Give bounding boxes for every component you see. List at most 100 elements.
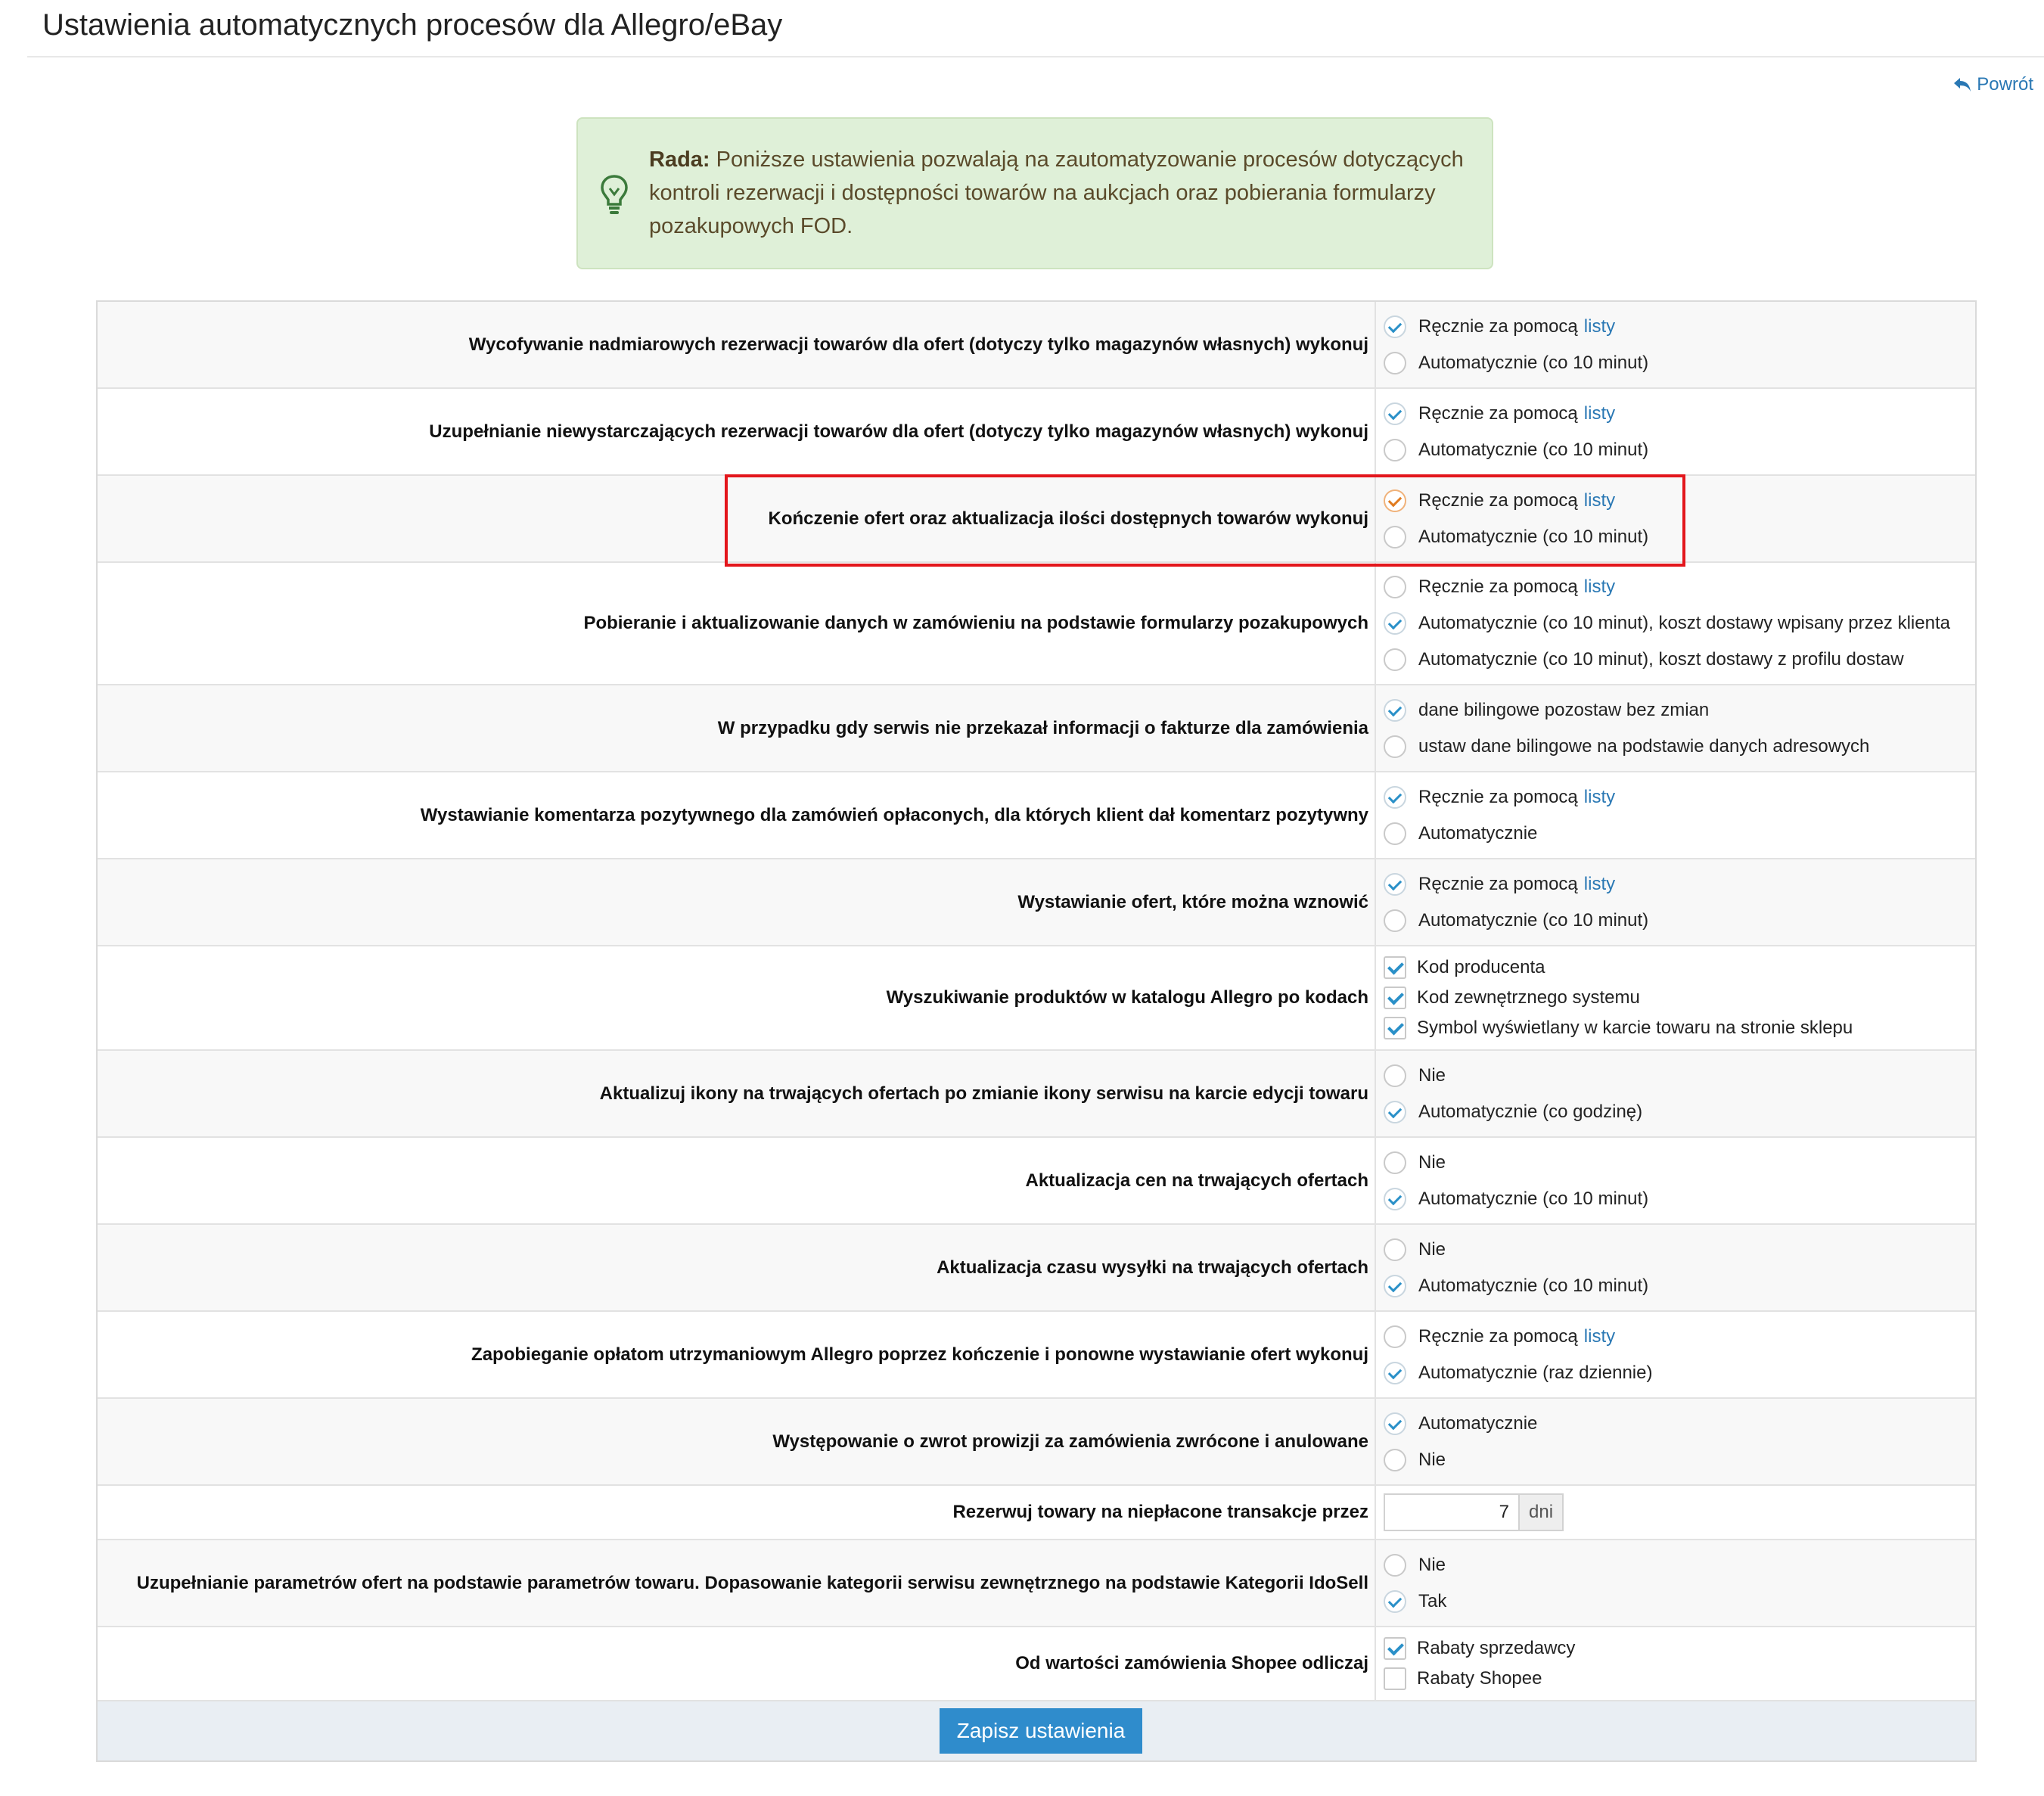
- radio-option[interactable]: Ręcznie za pomocą listy: [1384, 569, 1975, 605]
- checkbox[interactable]: [1384, 987, 1406, 1009]
- list-link[interactable]: listy: [1584, 576, 1615, 598]
- radio-button[interactable]: [1384, 1238, 1406, 1261]
- checkbox-label: Kod zewnętrznego systemu: [1417, 987, 1640, 1008]
- radio-option[interactable]: Automatycznie: [1384, 1406, 1975, 1442]
- radio-button[interactable]: [1384, 735, 1406, 758]
- checkbox-option[interactable]: Kod zewnętrznego systemu: [1384, 983, 1975, 1013]
- radio-option[interactable]: Ręcznie za pomocą listy: [1384, 779, 1975, 816]
- radio-button[interactable]: [1384, 822, 1406, 845]
- radio-button[interactable]: [1384, 1361, 1406, 1384]
- radio-button[interactable]: [1384, 1325, 1406, 1348]
- radio-button[interactable]: [1384, 785, 1406, 809]
- setting-row: Wystawianie ofert, które można wznowić Rę…: [98, 859, 1975, 946]
- checkbox-option[interactable]: Kod producenta: [1384, 952, 1975, 983]
- list-link[interactable]: listy: [1584, 787, 1615, 808]
- radio-label: Automatycznie (co 10 minut): [1418, 1275, 1649, 1296]
- setting-options: Ręcznie za pomocą listy Automatycznie (co …: [1376, 389, 1975, 474]
- list-link[interactable]: listy: [1584, 316, 1615, 337]
- setting-options: Nie Automatycznie (co 10 minut): [1376, 1138, 1975, 1223]
- setting-row: Wyszukiwanie produktów w katalogu Allegr…: [98, 946, 1975, 1051]
- days-input[interactable]: [1384, 1493, 1520, 1531]
- setting-row: Kończenie ofert oraz aktualizacja ilości…: [98, 476, 1975, 563]
- list-link[interactable]: listy: [1584, 403, 1615, 424]
- radio-option[interactable]: Nie: [1384, 1232, 1975, 1268]
- radio-option[interactable]: Automatycznie (co 10 minut), koszt dosta…: [1384, 605, 1975, 642]
- list-link[interactable]: listy: [1584, 874, 1615, 895]
- setting-label: Wystawianie komentarza pozytywnego dla z…: [98, 772, 1376, 858]
- radio-option[interactable]: Automatycznie (co godzinę): [1384, 1094, 1975, 1130]
- radio-button[interactable]: [1384, 648, 1406, 671]
- checkbox[interactable]: [1384, 1017, 1406, 1039]
- radio-button[interactable]: [1384, 1553, 1406, 1577]
- radio-option[interactable]: Ręcznie za pomocą listy: [1384, 396, 1975, 432]
- radio-option[interactable]: Nie: [1384, 1442, 1975, 1478]
- radio-button[interactable]: [1384, 1589, 1406, 1613]
- radio-option[interactable]: Ręcznie za pomocą listy: [1384, 483, 1975, 519]
- setting-label: Aktualizuj ikony na trwających ofertach …: [98, 1051, 1376, 1136]
- setting-options: Ręcznie za pomocą listy Automatycznie: [1376, 772, 1975, 858]
- days-input-group: dni: [1384, 1493, 1975, 1531]
- radio-button[interactable]: [1384, 315, 1406, 338]
- radio-button[interactable]: [1384, 489, 1406, 512]
- checkbox[interactable]: [1384, 956, 1406, 979]
- radio-option[interactable]: Ręcznie za pomocą listy: [1384, 1319, 1975, 1355]
- radio-button[interactable]: [1384, 1187, 1406, 1210]
- checkbox-option[interactable]: Rabaty sprzedawcy: [1384, 1633, 1975, 1664]
- radio-option[interactable]: Ręcznie za pomocą listy: [1384, 866, 1975, 903]
- back-link-label: Powrót: [1977, 74, 2033, 95]
- setting-label: Kończenie ofert oraz aktualizacja ilości…: [98, 476, 1376, 561]
- checkbox[interactable]: [1384, 1637, 1406, 1660]
- checkbox-label: Symbol wyświetlany w karcie towaru na st…: [1417, 1018, 1853, 1038]
- save-button[interactable]: Zapisz ustawienia: [940, 1708, 1142, 1754]
- setting-label: Uzupełnianie parametrów ofert na podstaw…: [98, 1540, 1376, 1626]
- radio-option[interactable]: dane bilingowe pozostaw bez zmian: [1384, 692, 1975, 729]
- radio-button[interactable]: [1384, 872, 1406, 896]
- radio-option[interactable]: Automatycznie (co 10 minut), koszt dosta…: [1384, 642, 1975, 678]
- radio-button[interactable]: [1384, 438, 1406, 461]
- radio-button[interactable]: [1384, 1412, 1406, 1435]
- list-link[interactable]: listy: [1584, 490, 1615, 511]
- radio-button[interactable]: [1384, 351, 1406, 374]
- radio-button[interactable]: [1384, 909, 1406, 932]
- setting-row: Od wartości zamówienia Shopee odliczaj Ra…: [98, 1627, 1975, 1701]
- setting-options: Ręcznie za pomocą listy Automatycznie (raz…: [1376, 1312, 1975, 1397]
- radio-option[interactable]: Automatycznie (co 10 minut): [1384, 432, 1975, 468]
- radio-option[interactable]: Nie: [1384, 1058, 1975, 1094]
- radio-option[interactable]: Nie: [1384, 1145, 1975, 1181]
- radio-option[interactable]: Tak: [1384, 1583, 1975, 1620]
- radio-option[interactable]: Automatycznie (co 10 minut): [1384, 345, 1975, 381]
- setting-options: Automatycznie Nie: [1376, 1399, 1975, 1484]
- radio-label: Tak: [1418, 1590, 1447, 1611]
- radio-button[interactable]: [1384, 612, 1406, 635]
- radio-button[interactable]: [1384, 1064, 1406, 1087]
- radio-option[interactable]: Automatycznie (raz dziennie): [1384, 1355, 1975, 1391]
- checkbox-option[interactable]: Symbol wyświetlany w karcie towaru na st…: [1384, 1013, 1975, 1043]
- setting-label: Rezerwuj towary na niepłacone transakcje…: [98, 1486, 1376, 1539]
- radio-button[interactable]: [1384, 1151, 1406, 1174]
- radio-option[interactable]: Automatycznie (co 10 minut): [1384, 519, 1975, 555]
- radio-button[interactable]: [1384, 525, 1406, 548]
- checkbox-option[interactable]: Rabaty Shopee: [1384, 1664, 1975, 1694]
- radio-button[interactable]: [1384, 698, 1406, 722]
- radio-option[interactable]: Nie: [1384, 1547, 1975, 1583]
- list-link[interactable]: listy: [1584, 1326, 1615, 1347]
- radio-option[interactable]: Ręcznie za pomocą listy: [1384, 309, 1975, 345]
- radio-button[interactable]: [1384, 1100, 1406, 1123]
- setting-row: Występowanie o zwrot prowizji za zamówie…: [98, 1399, 1975, 1486]
- checkbox[interactable]: [1384, 1667, 1406, 1690]
- tip-text: Rada: Poniższe ustawienia pozwalają na z…: [649, 143, 1466, 243]
- setting-row: Uzupełnianie parametrów ofert na podstaw…: [98, 1540, 1975, 1627]
- setting-row: Wycofywanie nadmiarowych rezerwacji towa…: [98, 302, 1975, 389]
- radio-button[interactable]: [1384, 1448, 1406, 1471]
- radio-option[interactable]: ustaw dane bilingowe na podstawie danych…: [1384, 729, 1975, 765]
- radio-option[interactable]: Automatycznie: [1384, 816, 1975, 852]
- radio-button[interactable]: [1384, 402, 1406, 425]
- tip-prefix: Rada:: [649, 148, 710, 172]
- page-header: Ustawienia automatycznych procesów dla A…: [27, 0, 2044, 57]
- radio-button[interactable]: [1384, 576, 1406, 598]
- radio-option[interactable]: Automatycznie (co 10 minut): [1384, 1181, 1975, 1217]
- radio-option[interactable]: Automatycznie (co 10 minut): [1384, 1268, 1975, 1304]
- radio-option[interactable]: Automatycznie (co 10 minut): [1384, 903, 1975, 939]
- back-link[interactable]: Powrót: [1952, 74, 2033, 95]
- radio-button[interactable]: [1384, 1274, 1406, 1297]
